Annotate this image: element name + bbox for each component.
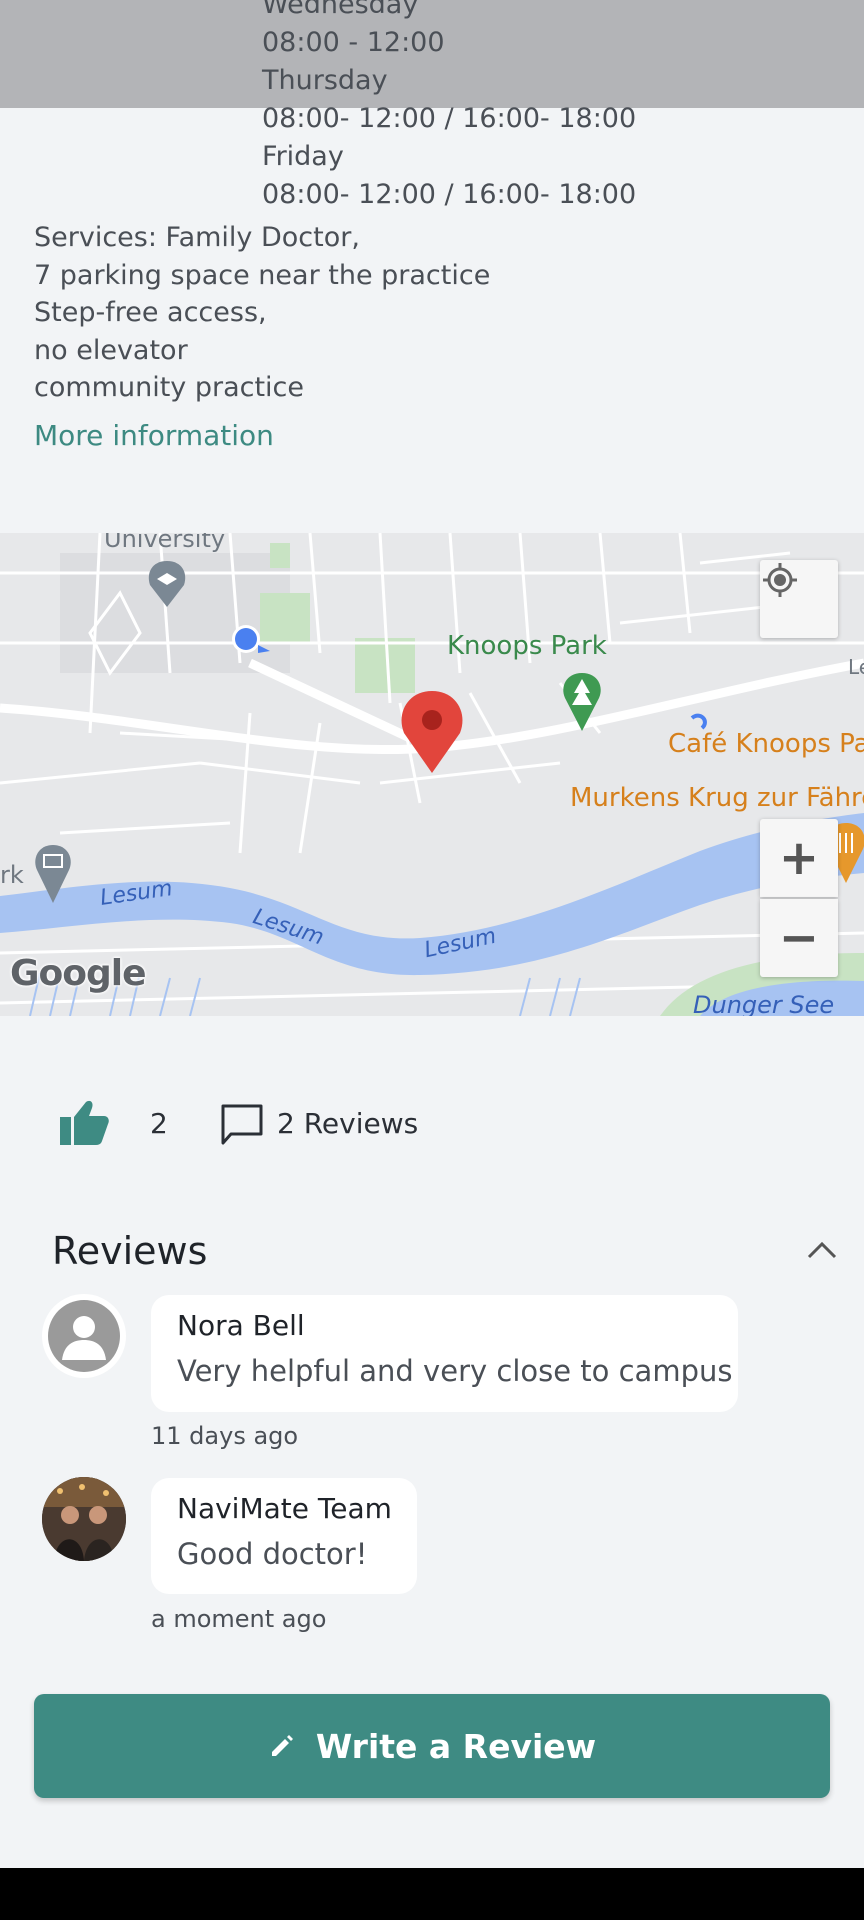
map-label-partial: rk <box>0 861 24 889</box>
map-label-dunger-see: Dunger See <box>693 991 835 1016</box>
services-line: 7 parking space near the practice <box>34 259 491 291</box>
services-line: community practice <box>34 372 305 403</box>
review-bubble: NaviMate Team Good doctor! <box>151 1478 417 1594</box>
map-label-knoops-park: Knoops Park <box>447 631 607 661</box>
review-author: NaviMate Team <box>177 1492 392 1525</box>
more-information-link[interactable]: More information <box>34 419 274 452</box>
services-line: Services: Family Doctor, <box>34 222 360 253</box>
review-text: Good doctor! <box>177 1537 368 1571</box>
hours-time: 08:00- 12:00 / 16:00- 18:00 <box>262 103 637 134</box>
google-logo: Google <box>10 953 147 994</box>
reviews-heading: Reviews <box>52 1229 208 1273</box>
review-bubble: Nora Bell Very helpful and very close to… <box>151 1295 738 1412</box>
pencil-icon <box>271 1735 293 1756</box>
my-location-button[interactable] <box>760 560 838 638</box>
hours-day: Wednesday <box>262 0 419 20</box>
system-nav-bar <box>0 1868 864 1920</box>
chevron-up-icon[interactable] <box>805 1238 839 1262</box>
stats-bar: 2 2 Reviews <box>0 1095 864 1155</box>
review-text: Very helpful and very close to campus <box>177 1354 733 1388</box>
park-area <box>355 638 415 693</box>
comment-icon <box>221 1104 263 1145</box>
map-label-cafe: Café Knoops Pa <box>668 729 864 759</box>
opening-hours: Wednesday 08:00 - 12:00 Thursday 08:00- … <box>262 0 636 214</box>
team-photo-icon <box>42 1477 126 1561</box>
review-author: Nora Bell <box>177 1309 305 1342</box>
park-area <box>270 543 290 568</box>
services-line: no elevator <box>34 334 188 366</box>
write-review-label: Write a Review <box>315 1726 597 1766</box>
avatar <box>42 1477 126 1561</box>
zoom-in-button[interactable]: + <box>760 819 838 897</box>
poi-marker-icon <box>690 713 707 730</box>
hours-time: 08:00 - 12:00 <box>262 27 445 58</box>
like-count: 2 <box>150 1107 168 1140</box>
hours-day: Friday <box>262 141 344 172</box>
map-label-murkens: Murkens Krug zur Fähre <box>570 783 864 813</box>
map-label-university: University <box>104 533 226 553</box>
review-time: a moment ago <box>151 1605 327 1633</box>
park-area <box>260 593 310 643</box>
map-label-partial: Le <box>848 655 864 679</box>
services-line: Step-free access, <box>34 297 267 328</box>
crosshair-icon <box>763 563 797 597</box>
default-user-icon <box>48 1300 120 1372</box>
services-info: Services: Family Doctor, 7 parking space… <box>34 219 490 407</box>
hours-time: 08:00- 12:00 / 16:00- 18:00 <box>262 179 637 210</box>
review-time: 11 days ago <box>151 1422 299 1450</box>
reviews-count[interactable]: 2 Reviews <box>277 1107 418 1140</box>
hours-day: Thursday <box>262 65 388 96</box>
write-review-button[interactable]: Write a Review <box>34 1694 830 1798</box>
zoom-out-button[interactable]: − <box>760 899 838 977</box>
avatar <box>42 1294 126 1378</box>
map-view[interactable]: University Knoops Park Café Knoops Pa Mu… <box>0 533 864 1016</box>
thumbs-up-icon[interactable] <box>58 1099 110 1147</box>
